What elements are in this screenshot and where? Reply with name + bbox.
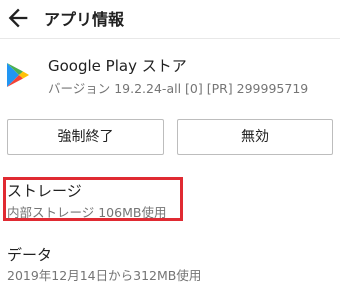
google-play-icon [6,62,30,88]
app-version: バージョン 19.2.24-all [0] [PR] 299995719 [48,81,309,96]
storage-setting-item[interactable]: ストレージ 内部ストレージ 106MB使用 [0,174,340,228]
force-stop-button[interactable]: 強制終了 [7,119,164,155]
arrow-back-icon [4,4,32,32]
app-info-row: Google Play ストア バージョン 19.2.24-all [0] [P… [0,47,340,107]
back-button[interactable] [4,4,32,32]
data-usage-title: データ [7,246,53,264]
data-usage-setting-item[interactable]: データ 2019年12月14日から312MB使用 [0,240,340,287]
disable-button[interactable]: 無効 [177,119,333,155]
storage-summary: 内部ストレージ 106MB使用 [7,205,167,220]
page-title: アプリ情報 [44,10,125,29]
app-bar: アプリ情報 [0,0,340,39]
storage-title: ストレージ [7,182,82,200]
data-usage-summary: 2019年12月14日から312MB使用 [7,268,202,283]
app-name: Google Play ストア [48,57,187,75]
